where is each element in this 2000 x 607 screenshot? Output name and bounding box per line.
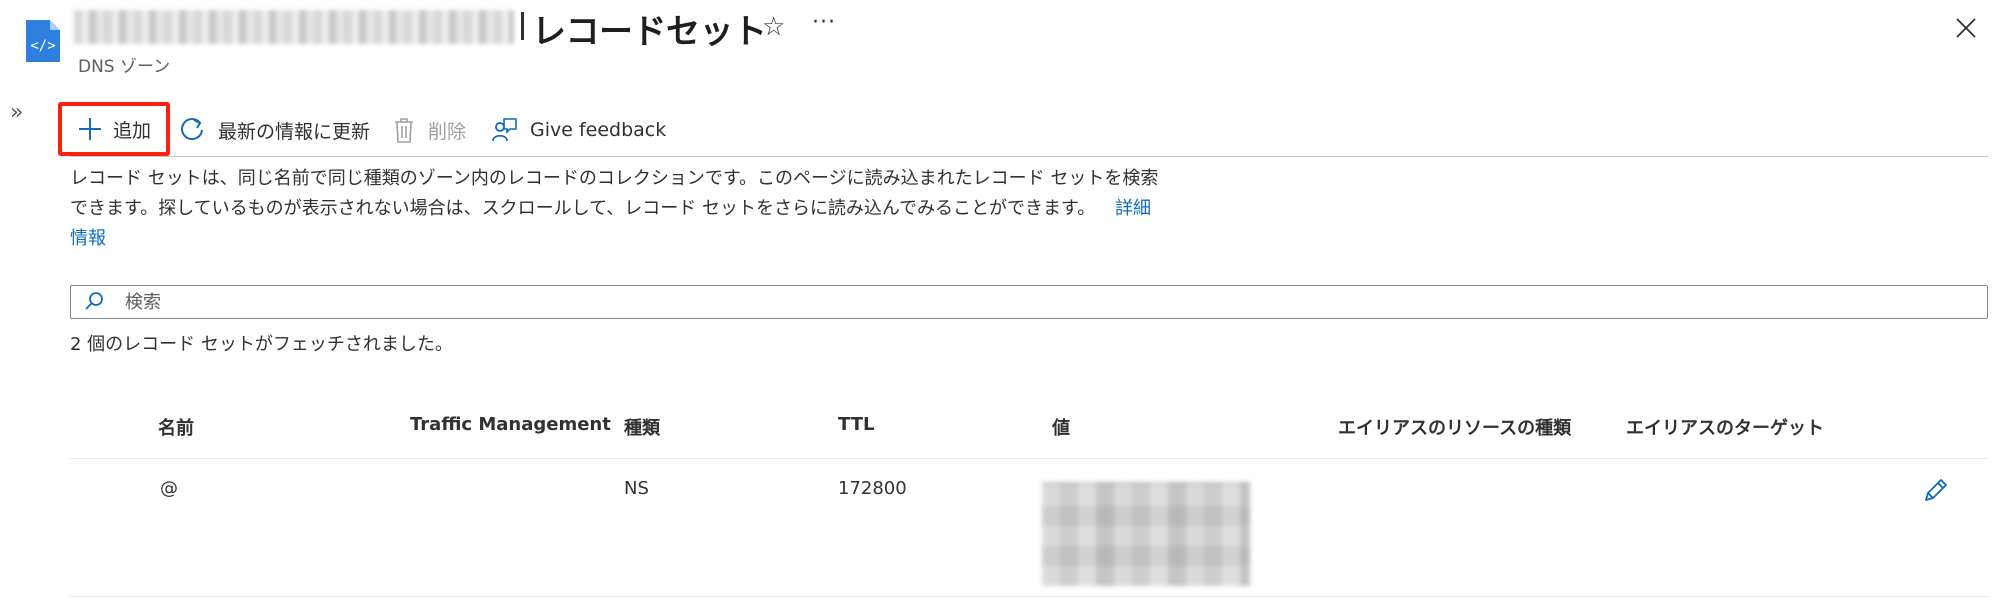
give-feedback-label: Give feedback xyxy=(530,119,667,141)
svg-text:</>: </> xyxy=(30,38,55,54)
table-row-name-link[interactable]: @ xyxy=(160,478,178,499)
description-text: レコード セットは、同じ名前で同じ種類のゾーン内のレコードのコレクションです。こ… xyxy=(70,168,1159,249)
table-header-divider xyxy=(70,458,1988,459)
page-title: レコードセット xyxy=(532,12,767,52)
favorite-star-icon[interactable]: ☆ xyxy=(762,12,785,42)
dns-zone-file-icon: </> xyxy=(26,20,60,62)
column-header-type[interactable]: 種類 xyxy=(624,414,660,440)
column-header-alias-resource-type[interactable]: エイリアスのリソースの種類 xyxy=(1338,414,1571,440)
delete-button-label: 削除 xyxy=(428,120,467,143)
add-button[interactable]: 追加 xyxy=(58,102,170,156)
add-button-label: 追加 xyxy=(112,119,151,142)
table-row-ttl: 172800 xyxy=(838,478,907,499)
column-header-ttl[interactable]: TTL xyxy=(838,414,874,435)
table-row-divider xyxy=(70,596,1988,597)
zone-name-redacted xyxy=(74,10,514,44)
toolbar-divider xyxy=(70,156,1988,157)
more-options-icon[interactable]: ··· xyxy=(812,10,836,35)
table-row-type: NS xyxy=(624,478,649,499)
search-box[interactable] xyxy=(70,285,1988,319)
delete-button[interactable]: 削除 xyxy=(392,112,466,148)
column-header-traffic-management[interactable]: Traffic Management xyxy=(410,414,611,435)
column-header-alias-target[interactable]: エイリアスのターゲット xyxy=(1626,414,1824,440)
fetch-status-text: 2 個のレコード セットがフェッチされました。 xyxy=(70,334,453,355)
feedback-icon xyxy=(492,118,517,142)
trash-icon xyxy=(395,118,413,143)
plus-icon xyxy=(78,118,101,140)
close-icon[interactable] xyxy=(1954,16,1978,40)
column-header-name[interactable]: 名前 xyxy=(158,414,194,440)
search-input[interactable] xyxy=(123,286,1967,319)
refresh-button[interactable]: 最新の情報に更新 xyxy=(178,112,370,148)
column-header-value[interactable]: 値 xyxy=(1052,414,1070,440)
refresh-icon xyxy=(181,118,203,141)
title-separator xyxy=(521,12,524,40)
give-feedback-button[interactable]: Give feedback xyxy=(490,112,666,148)
table-row-value-redacted xyxy=(1042,482,1250,586)
search-icon xyxy=(85,292,103,310)
edit-pencil-icon[interactable] xyxy=(1922,476,1950,504)
refresh-button-label: 最新の情報に更新 xyxy=(218,120,371,143)
page-subtitle: DNS ゾーン xyxy=(78,57,171,77)
expand-menu-icon[interactable]: » xyxy=(10,100,23,125)
